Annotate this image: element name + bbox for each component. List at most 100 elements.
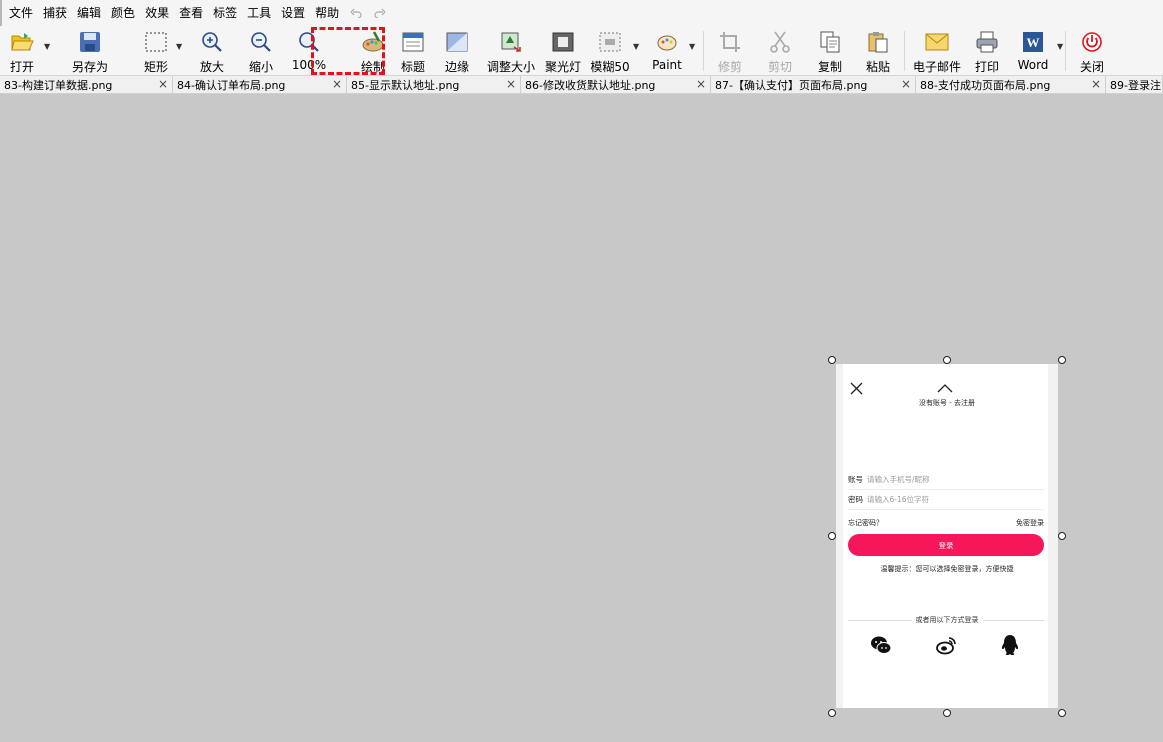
login-button: 登录 — [848, 534, 1044, 556]
paint-button[interactable]: Paint ▼ — [647, 26, 695, 76]
captured-image[interactable]: 没有账号 - 去注册 账号 请输入手机号/昵称 密码 请输入6-16位字符 忘记… — [836, 364, 1058, 708]
clipboard-icon — [866, 30, 890, 54]
other-login-methods: 或者用以下方式登录 — [836, 615, 1058, 625]
zoom-100-button[interactable]: 100% — [289, 26, 329, 76]
resize-handle-right[interactable] — [1058, 532, 1066, 540]
tab-bar: 83-构建订单数据.png × 84-确认订单布局.png × 85-显示默认地… — [0, 76, 1163, 94]
open-dropdown-icon[interactable]: ▼ — [44, 42, 50, 51]
printer-icon — [975, 30, 999, 54]
weibo-icon — [936, 637, 956, 655]
menu-view[interactable]: 查看 — [174, 0, 208, 26]
tab-close-icon[interactable]: × — [696, 77, 706, 91]
crop-button[interactable]: 修剪 — [710, 26, 750, 76]
menu-file[interactable]: 文件 — [4, 0, 38, 26]
login-options: 忘记密码？ 免密登录 — [848, 518, 1044, 528]
tab-88[interactable]: 88-支付成功页面布局.png × — [916, 76, 1106, 93]
menu-tools[interactable]: 工具 — [242, 0, 276, 26]
edge-button[interactable]: 边缘 — [437, 26, 477, 76]
toolbar-separator — [1065, 31, 1066, 71]
menu-tabs[interactable]: 标签 — [208, 0, 242, 26]
zoom-out-button[interactable]: 缩小 — [241, 26, 281, 76]
word-button[interactable]: W Word ▼ — [1013, 26, 1063, 76]
print-button[interactable]: 打印 — [967, 26, 1007, 76]
spotlight-button[interactable]: 聚光灯 — [541, 26, 585, 76]
zoom-in-icon — [200, 30, 224, 54]
resize-handle-top[interactable] — [943, 356, 951, 364]
power-icon — [1080, 30, 1104, 54]
blur-icon — [598, 30, 622, 54]
spotlight-icon — [551, 30, 575, 54]
account-field: 账号 请输入手机号/昵称 — [848, 470, 1044, 490]
tab-close-icon[interactable]: × — [1091, 77, 1101, 91]
resize-handle-bottom-left[interactable] — [828, 709, 836, 717]
toolbar: 打开 ▼ 另存为 矩形 ▼ 放大 缩小 100% 绘制 标题 边缘 调整大小 聚… — [0, 26, 1163, 76]
tab-89[interactable]: 89-登录注 — [1106, 76, 1163, 93]
resize-icon — [499, 30, 523, 54]
tab-close-icon[interactable]: × — [158, 77, 168, 91]
title-button[interactable]: 标题 — [397, 26, 429, 76]
toolbar-separator — [703, 31, 704, 71]
scissors-icon — [768, 30, 792, 54]
qq-icon — [1001, 635, 1019, 655]
folder-open-icon — [10, 30, 34, 54]
resize-handle-top-right[interactable] — [1058, 356, 1066, 364]
password-field: 密码 请输入6-16位字符 — [848, 490, 1044, 510]
paint-app-icon — [655, 30, 679, 54]
svg-text:W: W — [1027, 35, 1040, 50]
close-button[interactable]: 关闭 — [1072, 26, 1112, 76]
copy-button[interactable]: 复制 — [810, 26, 850, 76]
menu-settings[interactable]: 设置 — [276, 0, 310, 26]
tab-close-icon[interactable]: × — [506, 77, 516, 91]
menu-color[interactable]: 颜色 — [106, 0, 140, 26]
tab-close-icon[interactable]: × — [332, 77, 342, 91]
menu-effects[interactable]: 效果 — [140, 0, 174, 26]
rectangle-dropdown-icon[interactable]: ▼ — [176, 42, 182, 51]
close-icon — [850, 382, 863, 395]
resize-handle-left[interactable] — [828, 532, 836, 540]
edge-effect-icon — [445, 30, 469, 54]
word-dropdown-icon[interactable]: ▼ — [1057, 42, 1063, 51]
resize-handle-top-left[interactable] — [828, 356, 836, 364]
register-link: 没有账号 - 去注册 — [919, 399, 975, 407]
envelope-icon — [925, 30, 949, 54]
zoom-out-icon — [249, 30, 273, 54]
menu-capture[interactable]: 捕获 — [38, 0, 72, 26]
menu-edit[interactable]: 编辑 — [72, 0, 106, 26]
forgot-password-link: 忘记密码？ — [848, 519, 883, 527]
paint-dropdown-icon[interactable]: ▼ — [689, 42, 695, 51]
tab-83[interactable]: 83-构建订单数据.png × — [0, 76, 173, 93]
paint-palette-icon — [361, 30, 385, 54]
draw-button[interactable]: 绘制 — [351, 26, 395, 76]
floppy-disk-icon — [78, 30, 102, 54]
zoom-actual-icon — [297, 30, 321, 54]
word-icon: W — [1021, 30, 1045, 54]
crop-icon — [718, 30, 742, 54]
toolbar-separator — [904, 31, 905, 71]
tab-84[interactable]: 84-确认订单布局.png × — [173, 76, 347, 93]
tab-87[interactable]: 87-【确认支付】页面布局.png × — [711, 76, 916, 93]
paste-button[interactable]: 粘贴 — [858, 26, 898, 76]
rectangle-select-icon — [144, 30, 168, 54]
tab-86[interactable]: 86-修改收货默认地址.png × — [521, 76, 711, 93]
resize-handle-bottom-right[interactable] — [1058, 709, 1066, 717]
resize-button[interactable]: 调整大小 — [483, 26, 539, 76]
email-button[interactable]: 电子邮件 — [911, 26, 963, 76]
login-tip: 温馨提示：您可以选择免密登录，方便快捷 — [880, 565, 1014, 573]
chevron-up-icon — [937, 384, 953, 393]
undo-icon[interactable] — [350, 8, 363, 18]
tab-close-icon[interactable]: × — [901, 77, 911, 91]
password-free-login-link: 免密登录 — [1016, 519, 1044, 527]
menu-help[interactable]: 帮助 — [310, 0, 344, 26]
zoom-in-button[interactable]: 放大 — [192, 26, 232, 76]
blur-dropdown-icon[interactable]: ▼ — [633, 42, 639, 51]
resize-handle-bottom[interactable] — [943, 709, 951, 717]
cut-button[interactable]: 剪切 — [760, 26, 800, 76]
save-as-button[interactable]: 另存为 — [56, 26, 124, 76]
open-button[interactable]: 打开 ▼ — [0, 26, 50, 76]
blur-button[interactable]: 模糊50 ▼ — [587, 26, 639, 76]
rectangle-select-button[interactable]: 矩形 ▼ — [138, 26, 182, 76]
redo-icon[interactable] — [373, 8, 386, 18]
tab-85[interactable]: 85-显示默认地址.png × — [347, 76, 521, 93]
title-icon — [401, 30, 425, 54]
copy-icon — [818, 30, 842, 54]
